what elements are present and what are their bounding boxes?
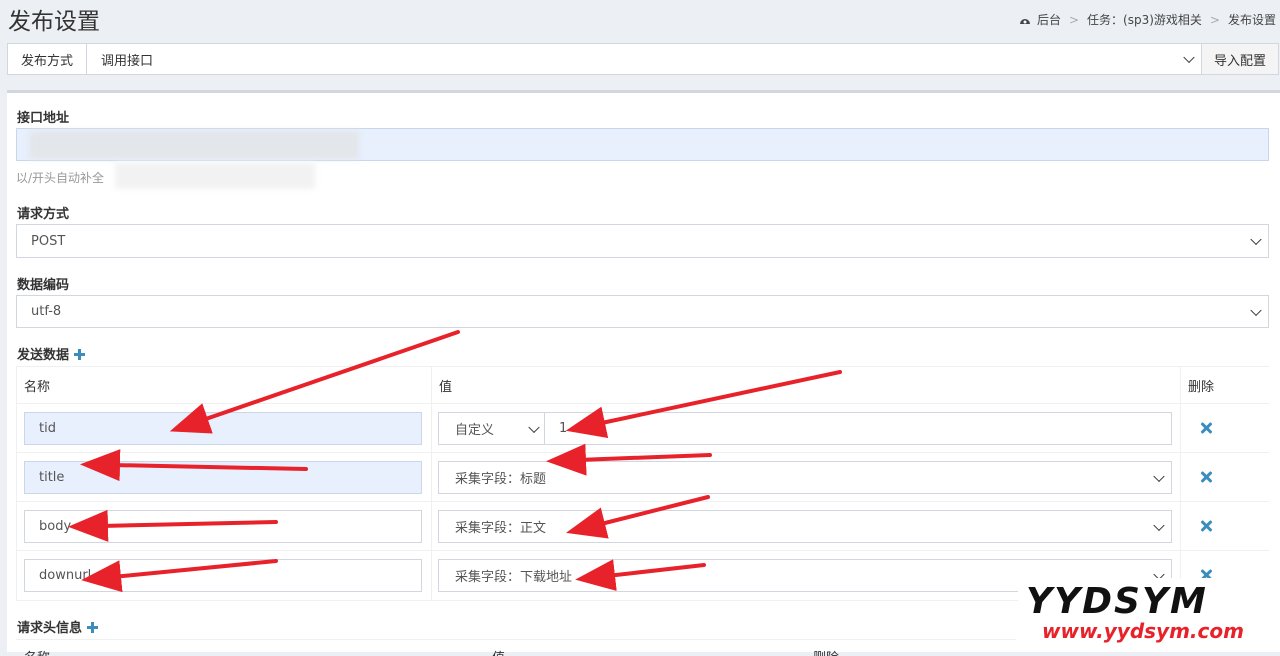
request-method-value: POST — [31, 233, 66, 249]
field-value: 采集字段：下载地址 — [455, 570, 573, 585]
delete-icon[interactable] — [1199, 519, 1213, 533]
encoding-label: 数据编码 — [17, 278, 70, 293]
field-name-value: title — [39, 470, 65, 485]
add-send-data-icon[interactable] — [74, 349, 86, 360]
publish-method-value: 调用接口 — [101, 53, 154, 69]
breadcrumb-separator: > — [1068, 12, 1080, 27]
field-value-input[interactable]: 自定义 1 — [438, 412, 1172, 445]
send-data-table: 名称 值 删除 tid 自定义 1 title 采集字段：标题 body 采集字… — [16, 366, 1269, 601]
table-row: title 采集字段：标题 — [16, 452, 1269, 502]
column-header-value: 值 — [439, 379, 453, 395]
api-url-label: 接口地址 — [17, 111, 70, 126]
field-name-value: body — [39, 519, 72, 534]
column-header-name: 名称 — [24, 379, 51, 395]
field-value-select[interactable]: 采集字段：标题 — [438, 461, 1172, 494]
value-type-value: 自定义 — [455, 423, 495, 438]
field-name-input[interactable]: title — [24, 461, 422, 494]
breadcrumb-current: 发布设置 — [1227, 13, 1276, 27]
publish-method-label: 发布方式 — [8, 44, 87, 74]
field-value: 1 — [559, 421, 568, 436]
watermark-url: www.yydsym.com — [1042, 619, 1244, 643]
dashboard-icon — [1019, 18, 1030, 24]
watermark-brand: YYDSYM — [1026, 581, 1208, 622]
publish-method-bar: 发布方式 调用接口 导入配置 — [7, 43, 1279, 75]
delete-icon[interactable] — [1199, 470, 1213, 484]
add-header-icon[interactable] — [87, 622, 99, 633]
field-name-input[interactable]: body — [24, 510, 422, 543]
chevron-down-icon — [1250, 233, 1262, 246]
breadcrumb: 后台 > 任务：(sp3)游戏相关 > 发布设置 — [1019, 11, 1276, 28]
request-method-select[interactable]: POST — [16, 224, 1269, 258]
headers-table: 名称 值 删除 — [16, 639, 1016, 656]
chevron-down-icon — [528, 421, 540, 433]
page-header: 发布设置 后台 > 任务：(sp3)游戏相关 > 发布设置 — [0, 0, 1280, 40]
request-headers-label: 请求头信息 — [17, 617, 99, 636]
column-header-delete: 删除 — [1188, 379, 1215, 395]
field-name-value: downurl — [39, 568, 92, 583]
value-type-select[interactable]: 自定义 — [439, 413, 545, 444]
breadcrumb-separator: > — [1209, 12, 1220, 27]
field-value-select[interactable]: 采集字段：正文 — [438, 510, 1172, 543]
watermark-logo: YYDSYM www.yydsym.com — [1018, 578, 1280, 652]
field-value: 采集字段：标题 — [455, 472, 547, 487]
api-url-input[interactable] — [16, 128, 1269, 161]
chevron-down-icon — [1250, 304, 1262, 316]
request-headers-label-text: 请求头信息 — [17, 621, 83, 636]
chevron-down-icon — [1183, 51, 1195, 64]
table-row: tid 自定义 1 — [16, 403, 1269, 453]
encoding-select[interactable]: utf-8 — [16, 295, 1269, 328]
publish-method-select[interactable]: 调用接口 — [87, 44, 1201, 74]
field-name-input[interactable]: tid — [24, 412, 422, 445]
encoding-value: utf-8 — [31, 304, 62, 319]
table-row: body 采集字段：正文 — [16, 501, 1269, 551]
import-config-button[interactable]: 导入配置 — [1201, 44, 1278, 74]
send-data-label-text: 发送数据 — [17, 348, 70, 363]
delete-icon[interactable] — [1199, 421, 1213, 435]
chevron-down-icon — [1153, 470, 1165, 482]
field-name-input[interactable]: downurl — [24, 559, 422, 592]
redacted-region — [115, 163, 315, 189]
chevron-down-icon — [1153, 519, 1165, 531]
field-name-value: tid — [39, 421, 56, 436]
redacted-region — [29, 131, 359, 159]
request-method-label: 请求方式 — [17, 207, 70, 222]
api-url-help: 以/开头自动补全 — [16, 171, 105, 185]
settings-panel: 接口地址 以/开头自动补全 请求方式 POST 数据编码 utf-8 发送数据 … — [7, 90, 1280, 656]
breadcrumb-home[interactable]: 后台 — [1037, 11, 1061, 28]
send-data-label: 发送数据 — [17, 344, 86, 363]
breadcrumb-task[interactable]: 任务：(sp3)游戏相关 — [1087, 11, 1202, 28]
page-title: 发布设置 — [8, 9, 100, 35]
field-value: 采集字段：正文 — [455, 521, 547, 536]
